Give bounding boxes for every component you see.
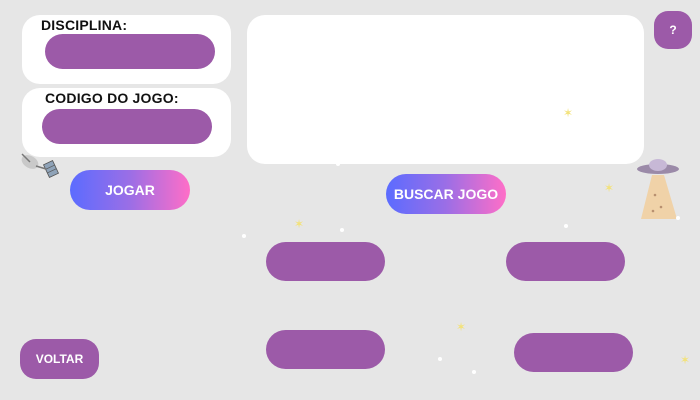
sparkle-dot <box>242 234 246 238</box>
game-option-3[interactable] <box>266 330 385 369</box>
codigo-card: CODIGO DO JOGO: <box>22 88 231 157</box>
star-icon: ✶ <box>456 320 467 334</box>
sparkle-dot <box>340 228 344 232</box>
satellite-icon <box>18 150 62 182</box>
ufo-icon <box>635 155 681 223</box>
game-option-2[interactable] <box>506 242 625 281</box>
sparkle-dot <box>438 357 442 361</box>
help-button[interactable]: ? <box>654 11 692 49</box>
disciplina-label: DISCIPLINA: <box>41 17 128 33</box>
game-option-4[interactable] <box>514 333 633 372</box>
game-display-panel: ✶ <box>247 15 644 164</box>
game-option-1[interactable] <box>266 242 385 281</box>
star-icon: ✶ <box>680 353 691 367</box>
jogar-button[interactable]: JOGAR <box>70 170 190 210</box>
codigo-input[interactable] <box>42 109 212 144</box>
codigo-label: CODIGO DO JOGO: <box>45 90 179 106</box>
star-icon: ✶ <box>604 181 615 195</box>
sparkle-dot <box>564 224 568 228</box>
star-icon: ✶ <box>563 106 574 120</box>
star-icon: ✶ <box>294 217 305 231</box>
sparkle-dot <box>472 370 476 374</box>
buscar-jogo-button[interactable]: BUSCAR JOGO <box>386 174 506 214</box>
sparkle-dot <box>336 162 340 166</box>
sparkle-dot <box>676 216 680 220</box>
voltar-button[interactable]: VOLTAR <box>20 339 99 379</box>
disciplina-card: DISCIPLINA: <box>22 15 231 84</box>
disciplina-input[interactable] <box>45 34 215 69</box>
